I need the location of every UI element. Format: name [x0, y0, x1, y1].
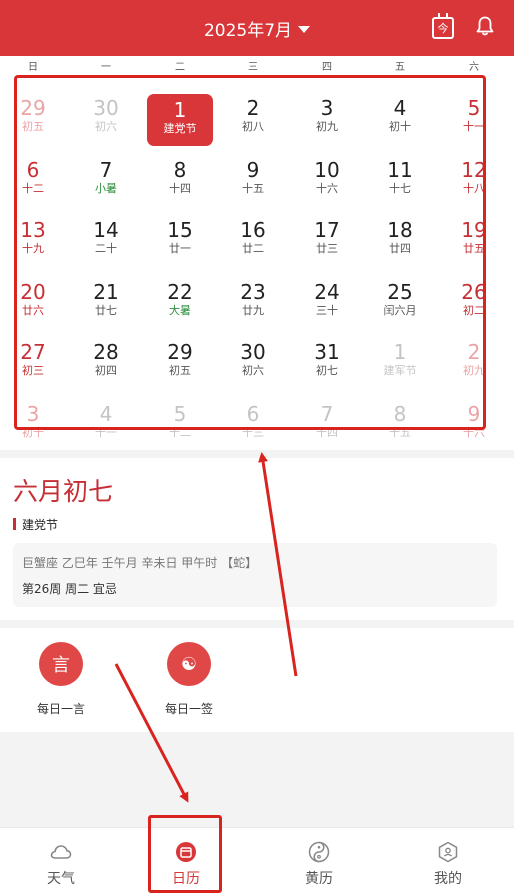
today-icon-label: 今 — [437, 22, 449, 35]
month-title: 2025年7月 — [203, 20, 293, 41]
lunar-info-card: 六月初七 建党节 巨蟹座 乙巳年 壬午月 辛未日 甲午时 【蛇】 第26周 周二… — [0, 458, 514, 620]
quote-icon: 言 — [39, 642, 83, 686]
daily-quote-label: 每日一言 — [36, 702, 85, 716]
daily-fortune-button[interactable]: ☯ 每日一签 — [149, 642, 229, 717]
bell-icon[interactable] — [476, 16, 494, 36]
weekday-label: 一 — [101, 62, 111, 73]
weekday-label: 三 — [248, 62, 258, 73]
festival-marker — [13, 518, 16, 530]
weekday-header: 日一二三四五六 — [0, 56, 514, 76]
bottom-nav: 天气 日历 黄历 我的 — [0, 827, 514, 896]
profile-icon — [438, 841, 458, 863]
fortune-icon: ☯ — [167, 642, 211, 686]
week-yiji-text: 第26周 周二 宜忌 — [22, 582, 117, 596]
yinyang-icon — [308, 841, 330, 863]
daily-quote-button[interactable]: 言 每日一言 — [21, 642, 101, 717]
weekday-label: 二 — [175, 62, 185, 73]
daily-section: 言 每日一言 ☯ 每日一签 — [0, 628, 514, 732]
nav-weather[interactable]: 天气 — [21, 840, 101, 888]
app-header: 2025年7月 今 — [0, 0, 514, 56]
nav-almanac[interactable]: 黄历 — [279, 840, 359, 888]
festival-label: 建党节 — [22, 518, 59, 532]
lunar-date-title: 六月初七 — [13, 477, 114, 506]
weekday-label: 日 — [28, 62, 38, 73]
weekday-label: 五 — [395, 62, 405, 73]
calendar-highlight-box — [14, 75, 486, 430]
nav-almanac-label: 黄历 — [305, 871, 333, 887]
today-calendar-icon[interactable]: 今 — [432, 13, 454, 39]
daily-fortune-label: 每日一签 — [164, 702, 213, 716]
chevron-down-icon — [298, 25, 311, 33]
nav-highlight-box — [148, 815, 222, 893]
almanac-box[interactable]: 巨蟹座 乙巳年 壬午月 辛未日 甲午时 【蛇】 第26周 周二 宜忌 — [13, 543, 497, 607]
weekday-label: 四 — [322, 62, 332, 73]
nav-weather-label: 天气 — [47, 871, 75, 887]
cloud-icon — [50, 845, 72, 859]
weekday-label: 六 — [469, 62, 479, 73]
nav-profile[interactable]: 我的 — [408, 840, 488, 888]
nav-profile-label: 我的 — [434, 871, 462, 887]
ganzhi-text: 巨蟹座 乙巳年 壬午月 辛未日 甲午时 【蛇】 — [22, 556, 258, 570]
